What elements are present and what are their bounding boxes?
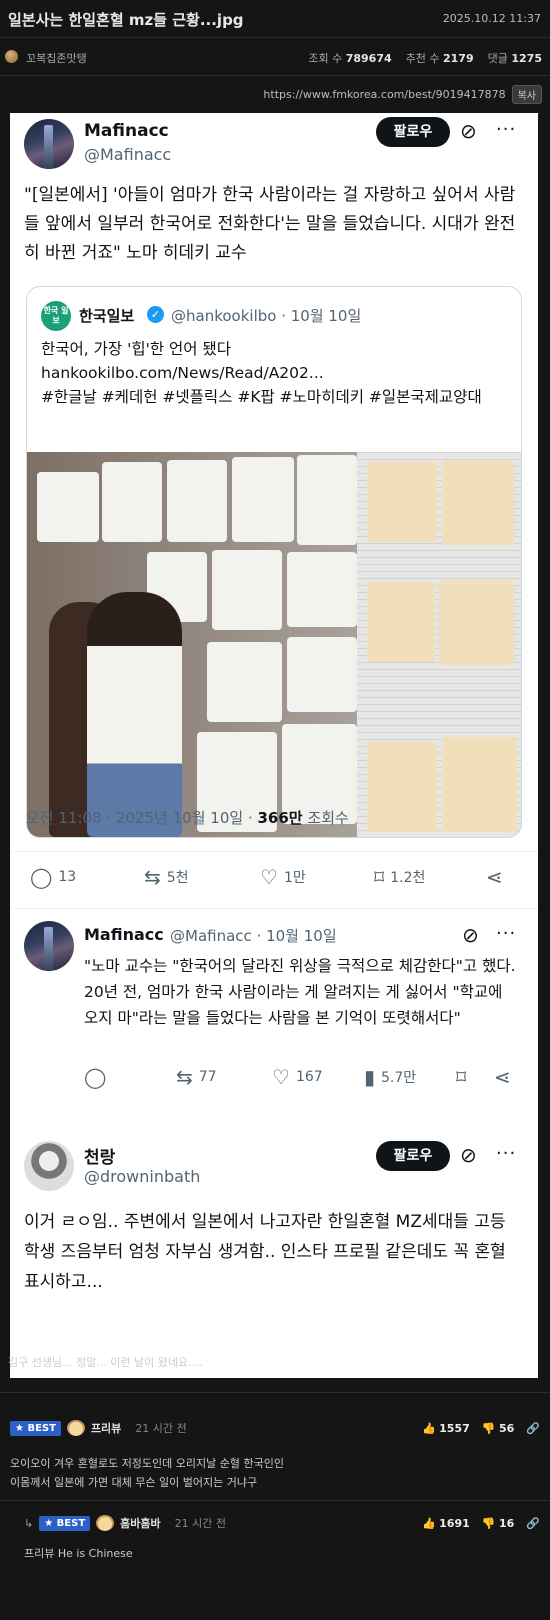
quote-handle: @hankookilbo · 10월 10일 bbox=[171, 307, 362, 325]
tweet1-handle: @Mafinacc bbox=[84, 145, 172, 164]
mafinacc-avatar-2 bbox=[24, 921, 74, 971]
comment-stat: 댓글 1275 bbox=[487, 52, 542, 65]
reply-icon: ◯ bbox=[30, 865, 53, 889]
downvote-button[interactable]: 👎 56 bbox=[482, 1422, 515, 1435]
reply-author[interactable]: 흠바흠바 bbox=[120, 1515, 160, 1531]
quoted-tweet: 한국 일보 한국일보 ✓ @hankookilbo · 10월 10일 한국어,… bbox=[26, 286, 522, 838]
copy-url-button[interactable]: 복사 bbox=[511, 85, 542, 104]
comment-text-line2: 이몸께서 일본에 가면 대체 무슨 일이 벌어지는 거냐구 bbox=[10, 1476, 258, 1489]
tweet2-name: Mafinacc bbox=[84, 925, 164, 944]
hankookilbo-avatar: 한국 일보 bbox=[41, 301, 71, 331]
more-icon-3: ··· bbox=[496, 1143, 517, 1164]
heart-icon: ♡ bbox=[260, 865, 278, 889]
reply-arrow-icon: ↳ bbox=[24, 1516, 34, 1530]
tweet3-body: 이거 ㄹㅇ임.. 주변에서 일본에서 나고자란 한일혼혈 MZ세대들 고등학생 … bbox=[24, 1212, 506, 1292]
post-body-text: 김구 선생님... 정말... 이런 날이 왔네요.... bbox=[8, 1356, 203, 1369]
grok-icon-2: ⊘ bbox=[462, 923, 479, 947]
post-header: 일본사는 한일혼혈 mz들 근황...jpg 2025.10.12 11:37 bbox=[0, 0, 550, 38]
bookmark-icon-2: ⌑ bbox=[456, 1065, 467, 1089]
retweet-icon: ⇆ bbox=[176, 1065, 193, 1089]
reply-count: ◯ 13 bbox=[30, 865, 77, 889]
post-stats: 조회 수 789674 추천 수 2179 댓글 1275 bbox=[308, 50, 542, 66]
quote-link: hankookilbo.com/News/Read/A202... bbox=[41, 364, 324, 382]
bookmark-count: ⌑ 1.2천 bbox=[374, 865, 426, 889]
post-title: 일본사는 한일혼혈 mz들 근황...jpg bbox=[8, 11, 244, 29]
upvote-button-2[interactable]: 👍 1691 bbox=[422, 1517, 470, 1530]
tshirt-shop-photo bbox=[27, 452, 521, 837]
user-avatar-icon-2 bbox=[96, 1515, 115, 1531]
link-icon[interactable]: 🔗 bbox=[526, 1422, 540, 1435]
tweet3-name: 천랑 bbox=[84, 1148, 116, 1168]
verified-badge-icon: ✓ bbox=[147, 306, 164, 323]
drowninbath-avatar bbox=[24, 1141, 74, 1191]
reply-votes: 👍 1691 👎 16 🔗 bbox=[422, 1517, 540, 1530]
comment-time: 21 시간 전 bbox=[135, 1422, 187, 1435]
grok-icon: ⊘ bbox=[460, 119, 477, 143]
follow-button: 팔로우 bbox=[376, 117, 450, 147]
upvote-button[interactable]: 👍 1557 bbox=[422, 1422, 470, 1435]
post-url-bar: https://www.fmkorea.com/best/9019417878 … bbox=[263, 85, 542, 104]
reply-time: 21 시간 전 bbox=[174, 1517, 226, 1530]
reply-icon-2: ◯ bbox=[84, 1065, 107, 1089]
bookmark-icon: ⌑ bbox=[374, 865, 385, 889]
like-count: ♡ 1만 bbox=[260, 865, 306, 889]
tweet2-handle: @Mafinacc · 10월 10일 bbox=[170, 927, 337, 945]
like-count-2: ♡ 167 bbox=[272, 1065, 323, 1089]
reply-text: 프리뷰 He is Chinese bbox=[24, 1547, 133, 1560]
comment-text-line1: 오이오이 겨우 혼혈로도 저정도인데 오리지날 순혈 한국인인 bbox=[10, 1457, 284, 1470]
quote-body: 한국어, 가장 '힙'한 언어 됐다 hankookilbo.com/News/… bbox=[41, 337, 511, 409]
best-badge: ★ BEST bbox=[10, 1420, 61, 1436]
comment-votes: 👍 1557 👎 56 🔗 bbox=[422, 1422, 540, 1435]
recommend-stat: 추천 수 2179 bbox=[405, 52, 474, 65]
heart-icon: ♡ bbox=[272, 1065, 290, 1089]
mafinacc-avatar bbox=[24, 119, 74, 169]
share-icon-2: ⋖ bbox=[494, 1065, 511, 1089]
tweet2-body: "노마 교수는 "한국어의 달라진 위상을 극적으로 체감한다"고 했다. 20… bbox=[84, 957, 516, 1027]
more-icon: ··· bbox=[496, 119, 517, 140]
quote-name: 한국일보 bbox=[79, 307, 135, 325]
tweet3-handle: @drowninbath bbox=[84, 1167, 201, 1186]
tweet1-timestamp: 오전 11:08 · 2025년 10월 10일 · 366만 조회수 bbox=[26, 809, 349, 827]
post-date: 2025.10.12 11:37 bbox=[442, 12, 541, 25]
post-url[interactable]: https://www.fmkorea.com/best/9019417878 bbox=[263, 88, 505, 101]
retweet-count-2: ⇆ 77 bbox=[176, 1065, 217, 1089]
author-name[interactable]: 꼬복칩존맛탱 bbox=[26, 50, 87, 66]
retweet-icon: ⇆ bbox=[144, 865, 161, 889]
link-icon-2[interactable]: 🔗 bbox=[526, 1517, 540, 1530]
views-count-2: ▮ 5.7만 bbox=[364, 1065, 417, 1089]
follow-button-2: 팔로우 bbox=[376, 1141, 450, 1171]
best-badge-2: ★ BEST bbox=[39, 1515, 91, 1531]
tweet1-body: "[일본에서] '아들이 엄마가 한국 사람이라는 걸 자랑하고 싶어서 사람들… bbox=[24, 185, 516, 263]
post-meta: 꼬복칩존맛탱 조회 수 789674 추천 수 2179 댓글 1275 bbox=[0, 38, 550, 76]
comment-author[interactable]: 프리뷰 bbox=[91, 1420, 121, 1436]
quote-hashtags: #한글날 #케데헌 #넷플릭스 #K팝 #노마히데키 #일본국제교양대 bbox=[41, 388, 482, 406]
grok-icon-3: ⊘ bbox=[460, 1143, 477, 1167]
quote-headline: 한국어, 가장 '힙'한 언어 됐다 bbox=[41, 340, 232, 358]
share-icon: ⋖ bbox=[486, 865, 503, 889]
chart-icon: ▮ bbox=[364, 1065, 376, 1089]
tweet1-name: Mafinacc bbox=[84, 121, 169, 141]
views-stat: 조회 수 789674 bbox=[308, 52, 392, 65]
author-avatar-icon[interactable] bbox=[5, 50, 18, 63]
user-avatar-icon bbox=[66, 1420, 85, 1436]
downvote-button-2[interactable]: 👎 16 bbox=[482, 1517, 515, 1530]
tweet-screenshot: Mafinacc @Mafinacc 팔로우 ⊘ ··· "[일본에서] '아들… bbox=[10, 113, 538, 1378]
retweet-count: ⇆ 5천 bbox=[144, 865, 189, 889]
more-icon-2: ··· bbox=[496, 923, 517, 944]
